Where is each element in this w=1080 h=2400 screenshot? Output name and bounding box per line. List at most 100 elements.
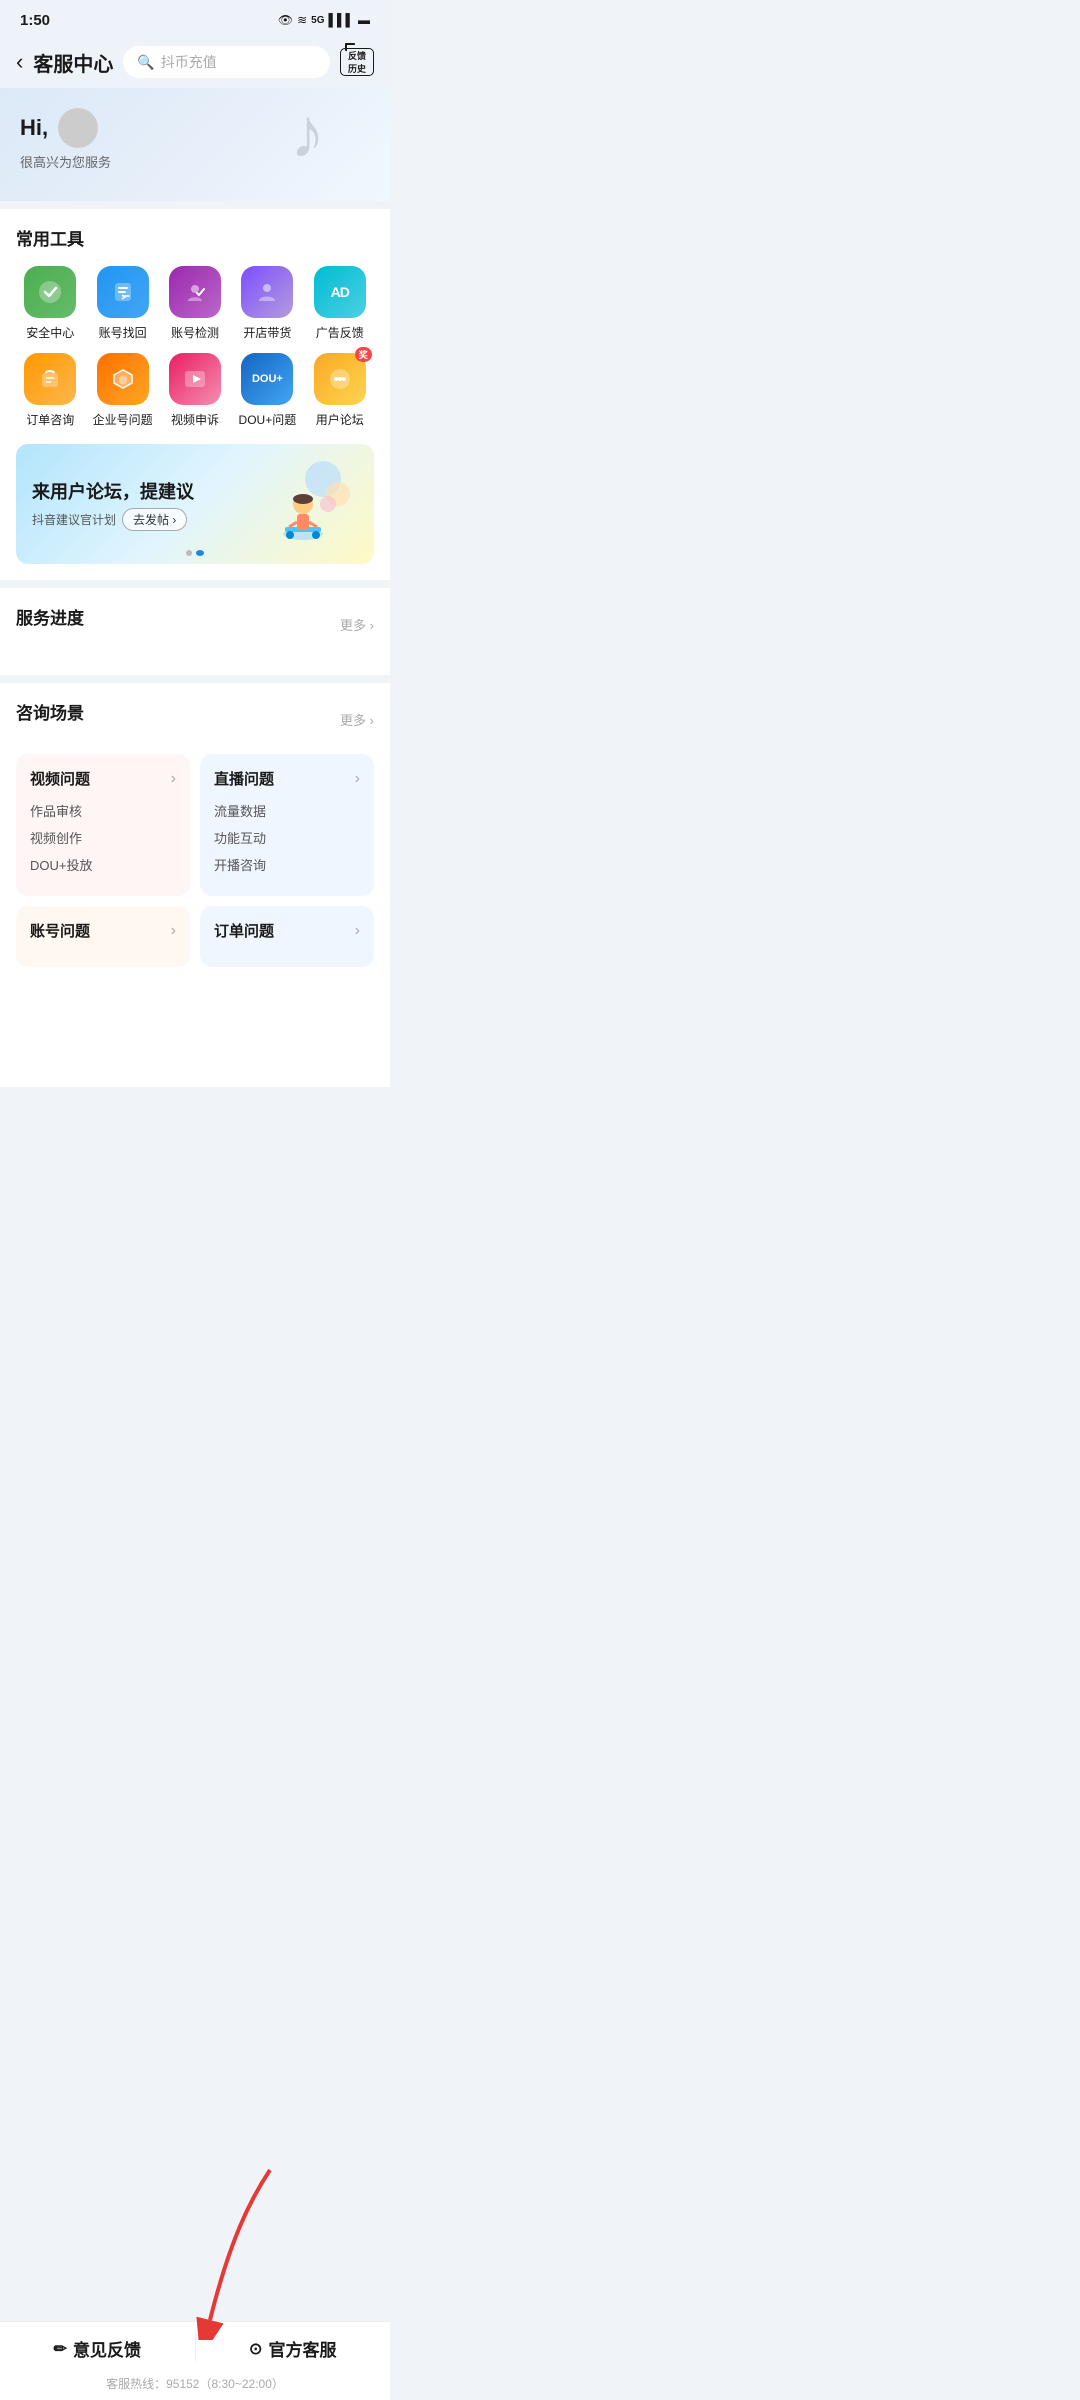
tool-account-check[interactable]: 账号检测 bbox=[161, 266, 229, 341]
consult-live-item-1: 流量数据 bbox=[214, 801, 360, 820]
official-service-tab[interactable]: ⊙ 官方客服 bbox=[196, 2322, 391, 2371]
tool-forum[interactable]: 奖 用户论坛 bbox=[306, 353, 374, 428]
tool-video-appeal-label: 视频申诉 bbox=[171, 411, 219, 428]
5g-icon: 5G bbox=[311, 15, 324, 26]
consult-video-item-2: 视频创作 bbox=[30, 828, 176, 847]
account-retrieve-icon bbox=[97, 266, 149, 318]
chevron-right-icon: › bbox=[171, 770, 176, 788]
tool-account-check-label: 账号检测 bbox=[171, 324, 219, 341]
video-appeal-icon bbox=[169, 353, 221, 405]
bottom-navigation: ✏ 意见反馈 ⊙ 官方客服 客服热线：95152（8:30~22:00） bbox=[0, 2321, 390, 2400]
service-progress-more[interactable]: 更多 › bbox=[340, 615, 374, 634]
consult-card-order[interactable]: 订单问题 › bbox=[200, 906, 374, 967]
tool-shop-label: 开店带货 bbox=[243, 324, 291, 341]
feedback-icon: 反馈历史 bbox=[340, 48, 374, 76]
order-icon bbox=[24, 353, 76, 405]
tool-shop[interactable]: 开店带货 bbox=[233, 266, 301, 341]
consult-scene-header: 咨询场景 更多 › bbox=[16, 699, 374, 740]
security-icon bbox=[24, 266, 76, 318]
consult-card-video-title: 视频问题 bbox=[30, 768, 90, 789]
search-icon: 🔍 bbox=[137, 54, 154, 71]
consult-video-item-3: DOU+投放 bbox=[30, 855, 176, 874]
status-time: 1:50 bbox=[20, 12, 50, 29]
tool-account-retrieve-label: 账号找回 bbox=[99, 324, 147, 341]
status-bar: 1:50 👁 ≋ 5G ▌▌▌ ▬ bbox=[0, 0, 390, 36]
dou-plus-icon: DOU+ bbox=[241, 353, 293, 405]
dot-1 bbox=[186, 550, 192, 556]
header: ‹ 客服中心 🔍 抖币充值 反馈历史 bbox=[0, 36, 390, 88]
consult-card-live-title: 直播问题 bbox=[214, 768, 274, 789]
tool-forum-label: 用户论坛 bbox=[316, 411, 364, 428]
tool-ad-feedback-label: 广告反馈 bbox=[316, 324, 364, 341]
tool-order[interactable]: 订单咨询 bbox=[16, 353, 84, 428]
tool-enterprise-label: 企业号问题 bbox=[93, 411, 153, 428]
feedback-tab-label: 意见反馈 bbox=[73, 2336, 141, 2361]
feedback-history-button[interactable]: 反馈历史 bbox=[340, 48, 374, 76]
tool-account-retrieve[interactable]: 账号找回 bbox=[88, 266, 156, 341]
status-icons: 👁 ≋ 5G ▌▌▌ ▬ bbox=[278, 13, 370, 27]
search-bar[interactable]: 🔍 抖币充值 bbox=[123, 46, 330, 78]
account-check-icon bbox=[169, 266, 221, 318]
tools-section-title: 常用工具 bbox=[16, 225, 374, 250]
signal-icon: ▌▌▌ bbox=[328, 13, 354, 27]
banner-dots bbox=[186, 550, 204, 556]
service-progress-section: 服务进度 更多 › bbox=[0, 588, 390, 675]
consult-live-item-2: 功能互动 bbox=[214, 828, 360, 847]
banner-text: 来用户论坛，提建议 抖音建议官计划 去发帖 › bbox=[32, 478, 248, 531]
tool-ad-feedback[interactable]: AD 广告反馈 bbox=[306, 266, 374, 341]
consult-grid: 视频问题 › 作品审核 视频创作 DOU+投放 直播问题 › 流量数据 功能互动… bbox=[16, 754, 374, 967]
feedback-tab[interactable]: ✏ 意见反馈 bbox=[0, 2322, 195, 2371]
service-progress-title: 服务进度 bbox=[16, 604, 84, 629]
consult-card-video-header: 视频问题 › bbox=[30, 768, 176, 789]
banner-title: 来用户论坛，提建议 bbox=[32, 478, 248, 504]
consult-card-account-header: 账号问题 › bbox=[30, 920, 176, 941]
promotion-banner[interactable]: 来用户论坛，提建议 抖音建议官计划 去发帖 › bbox=[16, 444, 374, 564]
consult-card-account-title: 账号问题 bbox=[30, 920, 90, 941]
consult-live-item-3: 开播咨询 bbox=[214, 855, 360, 874]
consult-video-item-1: 作品审核 bbox=[30, 801, 176, 820]
consult-scene-more[interactable]: 更多 › bbox=[340, 710, 374, 729]
consult-card-live[interactable]: 直播问题 › 流量数据 功能互动 开播咨询 bbox=[200, 754, 374, 896]
forum-icon: 奖 bbox=[314, 353, 366, 405]
tool-security[interactable]: 安全中心 bbox=[16, 266, 84, 341]
dot-2 bbox=[196, 550, 204, 556]
official-service-icon: ⊙ bbox=[249, 2339, 262, 2359]
wifi-icon: ≋ bbox=[297, 13, 307, 27]
tool-dou-plus-label: DOU+问题 bbox=[239, 411, 297, 428]
search-placeholder: 抖币充值 bbox=[161, 52, 217, 72]
enterprise-icon bbox=[97, 353, 149, 405]
consult-card-order-header: 订单问题 › bbox=[214, 920, 360, 941]
tool-dou-plus[interactable]: DOU+ DOU+问题 bbox=[233, 353, 301, 428]
feedback-tab-icon: ✏ bbox=[54, 2339, 67, 2359]
chevron-right-icon-4: › bbox=[355, 922, 360, 940]
official-service-label: 官方客服 bbox=[268, 2336, 336, 2361]
consult-card-video[interactable]: 视频问题 › 作品审核 视频创作 DOU+投放 bbox=[16, 754, 190, 896]
banner-cta-button[interactable]: 去发帖 › bbox=[122, 508, 187, 531]
banner-subtitle: 抖音建议官计划 去发帖 › bbox=[32, 508, 248, 531]
tools-grid: 安全中心 账号找回 账号检测 bbox=[16, 266, 374, 428]
chevron-right-icon-2: › bbox=[355, 770, 360, 788]
ad-feedback-icon: AD bbox=[314, 266, 366, 318]
tool-order-label: 订单咨询 bbox=[26, 411, 74, 428]
hero-section: Hi, 很高兴为您服务 ♪ bbox=[0, 88, 390, 201]
consult-scene-section: 咨询场景 更多 › 视频问题 › 作品审核 视频创作 DOU+投放 直播问题 ›… bbox=[0, 683, 390, 1087]
tiktok-logo: ♪ bbox=[290, 98, 370, 178]
hotline-text: 客服热线：95152（8:30~22:00） bbox=[0, 2371, 390, 2400]
user-avatar bbox=[58, 108, 98, 148]
tool-video-appeal[interactable]: 视频申诉 bbox=[161, 353, 229, 428]
consult-card-account[interactable]: 账号问题 › bbox=[16, 906, 190, 967]
bottom-tabs: ✏ 意见反馈 ⊙ 官方客服 bbox=[0, 2322, 390, 2371]
back-button[interactable]: ‹ bbox=[16, 49, 23, 75]
annotation-arrow bbox=[150, 2160, 310, 2340]
banner-illustration bbox=[248, 454, 358, 554]
tool-security-label: 安全中心 bbox=[26, 324, 74, 341]
forum-badge: 奖 bbox=[355, 347, 372, 362]
consult-card-live-header: 直播问题 › bbox=[214, 768, 360, 789]
battery-icon: ▬ bbox=[358, 13, 370, 27]
tool-enterprise[interactable]: 企业号问题 bbox=[88, 353, 156, 428]
consult-scene-title: 咨询场景 bbox=[16, 699, 84, 724]
page-title: 客服中心 bbox=[33, 48, 113, 77]
service-progress-header: 服务进度 更多 › bbox=[16, 604, 374, 645]
shop-icon bbox=[241, 266, 293, 318]
tools-section: 常用工具 安全中心 账号找回 bbox=[0, 209, 390, 580]
